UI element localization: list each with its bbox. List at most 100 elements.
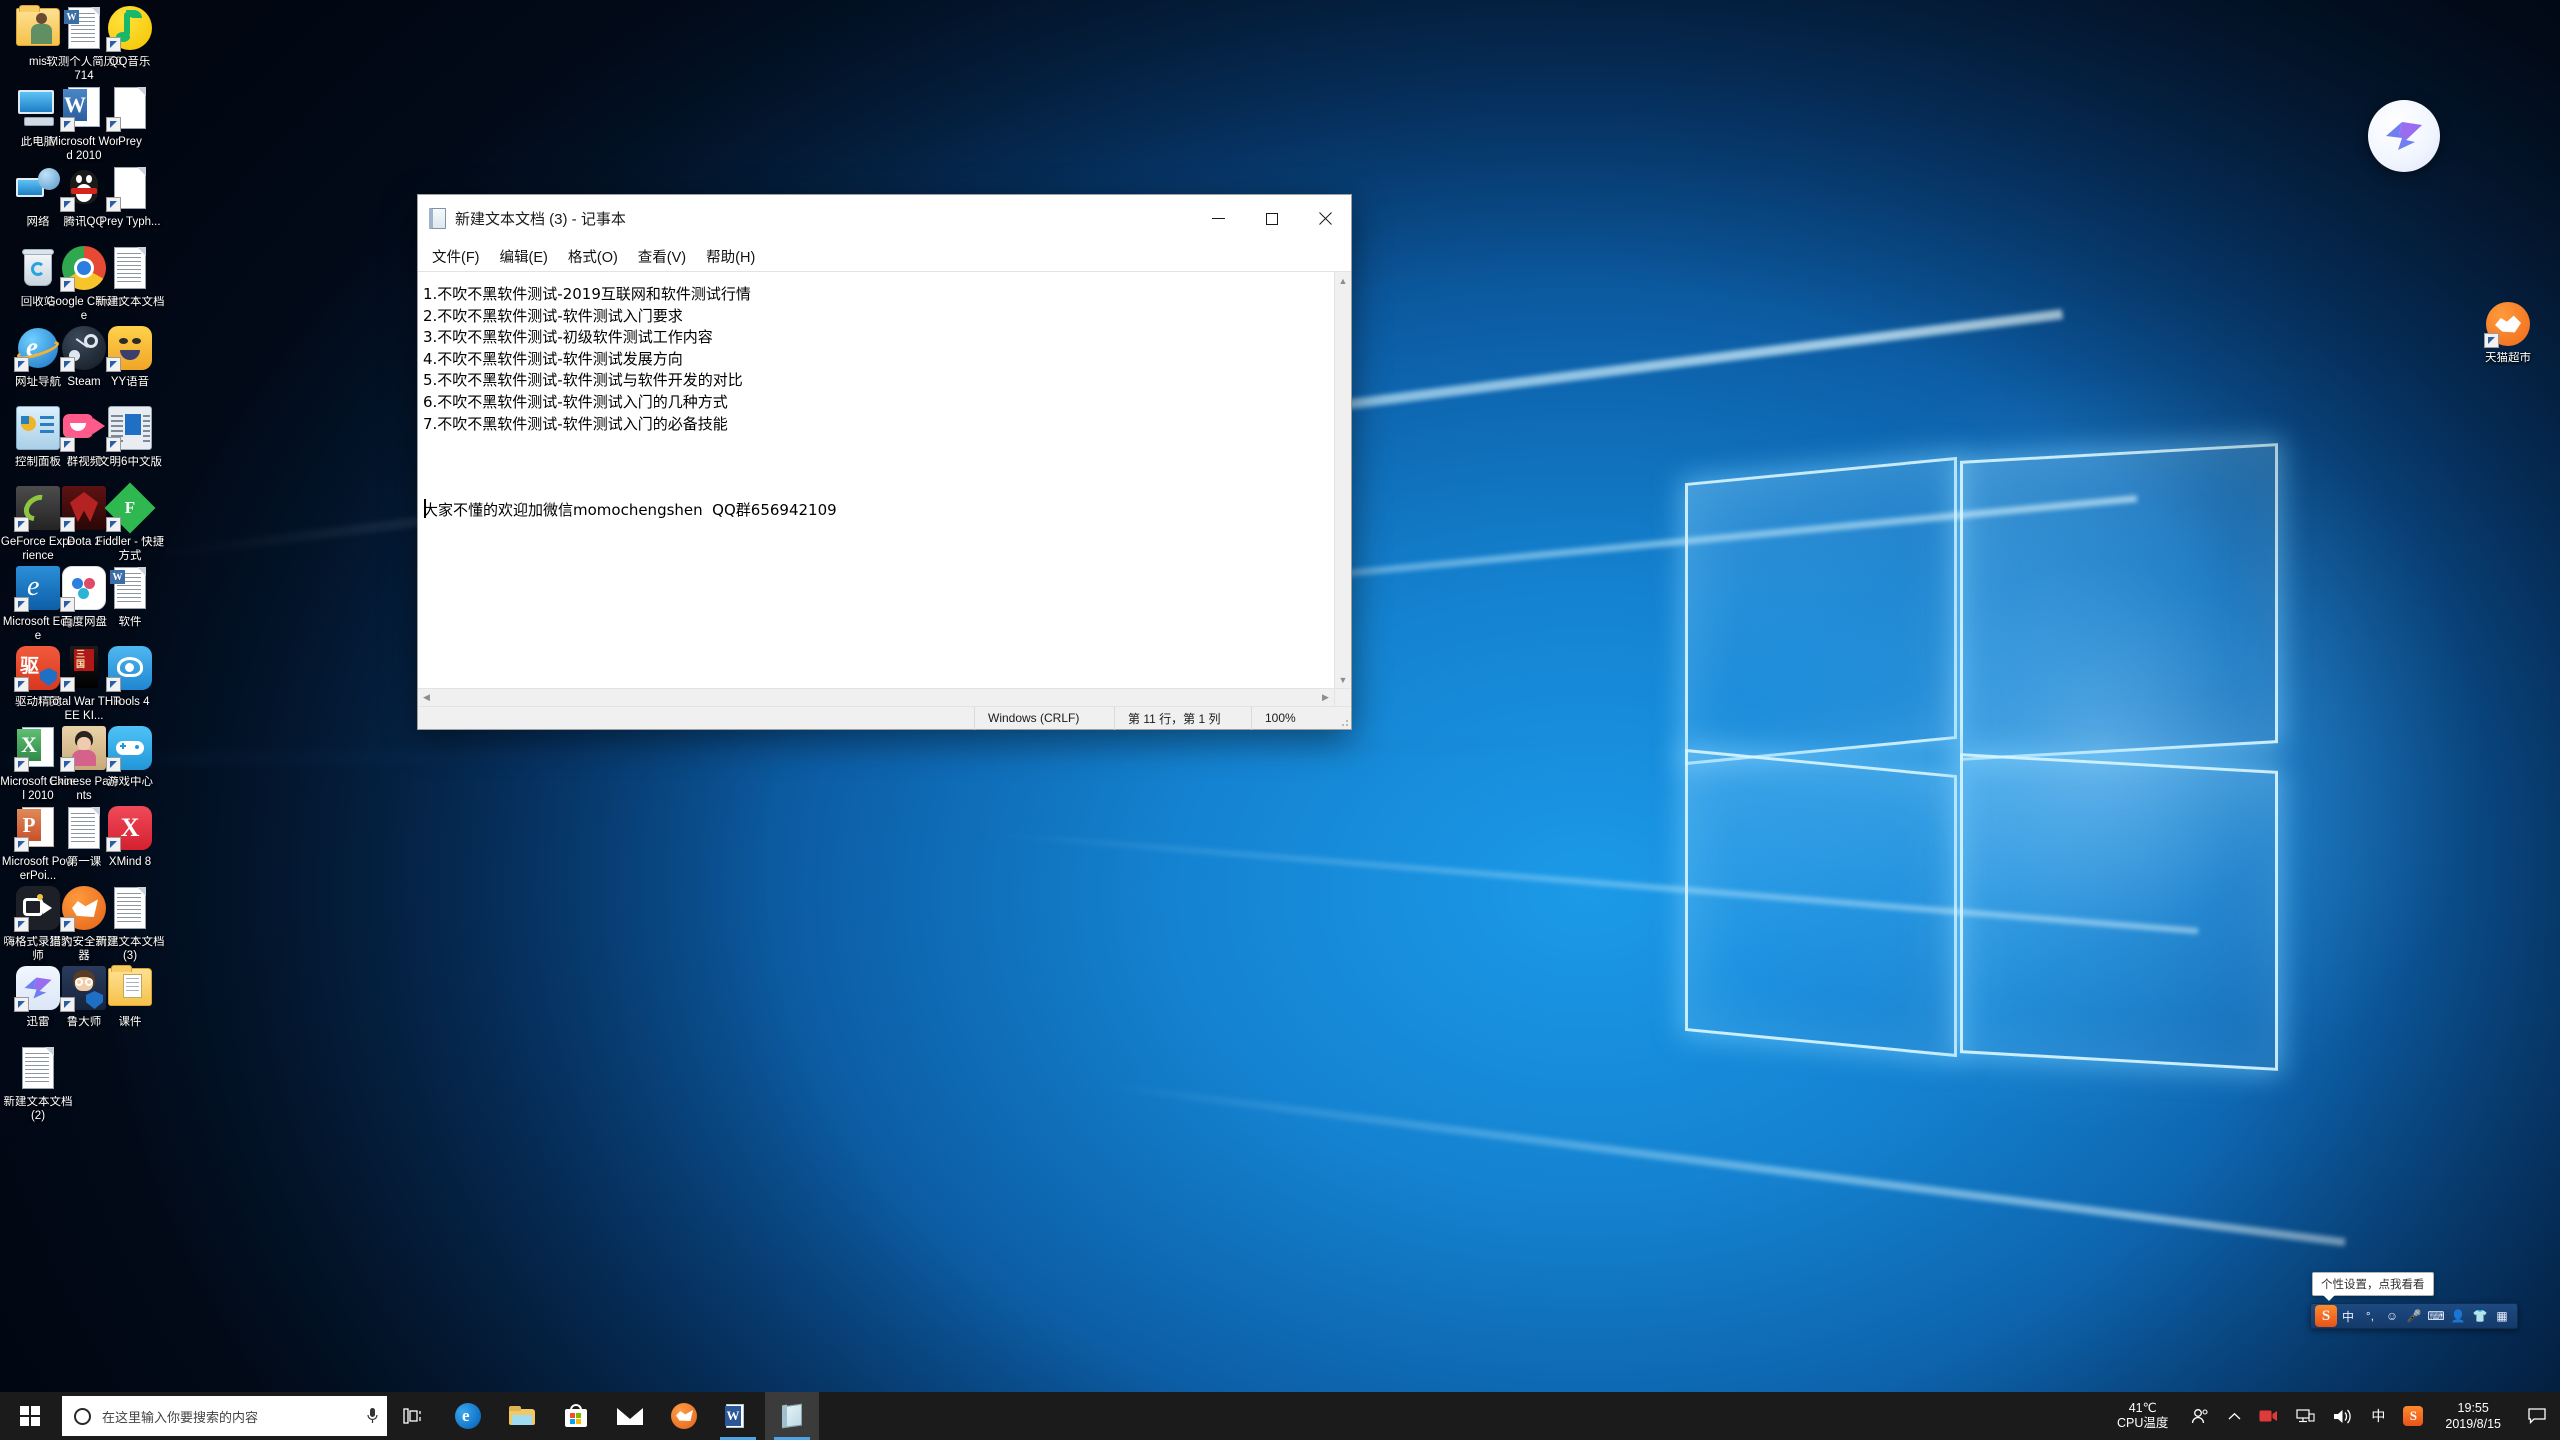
desktop-icon-6[interactable]: Prey bbox=[92, 84, 168, 150]
shortcut-overlay-icon bbox=[60, 997, 75, 1012]
maximize-button[interactable] bbox=[1245, 195, 1298, 242]
desktop-icon-label: Prey Typh... bbox=[99, 216, 161, 228]
status-zoom-level: 100% bbox=[1251, 706, 1351, 730]
user-icon[interactable]: 👤 bbox=[2447, 1305, 2469, 1327]
xmind-icon: X bbox=[106, 804, 154, 852]
taskbar-file-explorer[interactable] bbox=[495, 1392, 549, 1440]
menu-view[interactable]: 查看(V) bbox=[628, 242, 696, 271]
folder-doc-icon bbox=[106, 964, 154, 1012]
desktop-icon-9[interactable]: Prey Typh... bbox=[92, 164, 168, 230]
scroll-down-icon[interactable]: ▼ bbox=[1335, 671, 1351, 688]
clock[interactable]: 19:55 2019/8/15 bbox=[2432, 1392, 2514, 1440]
taskbar-liebao-browser[interactable] bbox=[657, 1392, 711, 1440]
sogou-ime-toolbar[interactable]: S 中 °, ☺ 🎤 ⌨ 👤 👕 ▦ bbox=[2310, 1303, 2518, 1329]
edge-icon: e bbox=[453, 1401, 483, 1431]
desktop-icon-label: iTools 4 bbox=[110, 696, 150, 708]
taskbar-edge[interactable]: e bbox=[441, 1392, 495, 1440]
show-hidden-icons-chevron-up-icon[interactable] bbox=[2219, 1392, 2250, 1440]
volume-icon[interactable] bbox=[2324, 1392, 2362, 1440]
shortcut-overlay-icon bbox=[60, 517, 75, 532]
resize-grip[interactable] bbox=[1339, 717, 1349, 727]
shortcut-overlay-icon bbox=[60, 437, 75, 452]
notepad-menu-bar: 文件(F) 编辑(E) 格式(O) 查看(V) 帮助(H) bbox=[418, 242, 1351, 271]
ime-language-indicator[interactable]: 中 bbox=[2362, 1392, 2394, 1440]
hummingbird-icon bbox=[2386, 122, 2422, 150]
desktop[interactable]: mis W 软测个人简历0714 QQ音乐 此电脑 W Microsoft Word… bbox=[0, 0, 2560, 1440]
skin-icon[interactable]: 👕 bbox=[2469, 1305, 2491, 1327]
desktop-icon-30[interactable]: 游戏中心 bbox=[92, 724, 168, 790]
notepad-text-content: 1.不吹不黑软件测试-2019互联网和软件测试行情 2.不吹不黑软件测试-软件测… bbox=[423, 285, 837, 519]
toolbox-icon[interactable]: ▦ bbox=[2491, 1305, 2513, 1327]
minimize-button[interactable] bbox=[1192, 195, 1245, 242]
shortcut-overlay-icon bbox=[14, 597, 29, 612]
microphone-icon[interactable] bbox=[357, 1407, 387, 1425]
action-center-icon[interactable] bbox=[2514, 1392, 2560, 1440]
shortcut-overlay-icon bbox=[14, 757, 29, 772]
start-button[interactable] bbox=[0, 1392, 60, 1440]
desktop-icon-27[interactable]: iTools 4 bbox=[92, 644, 168, 710]
desktop-icon-tmall[interactable]: 天猫超市 bbox=[2470, 300, 2546, 366]
people-icon[interactable] bbox=[2182, 1392, 2219, 1440]
scroll-up-icon[interactable]: ▲ bbox=[1335, 272, 1351, 289]
status-encoding: Windows (CRLF) bbox=[974, 706, 1114, 730]
ime-mode-chinese[interactable]: 中 bbox=[2337, 1305, 2359, 1327]
close-button[interactable] bbox=[1298, 195, 1351, 242]
desktop-icon-33[interactable]: X XMind 8 bbox=[92, 804, 168, 870]
desktop-icon-24[interactable]: W 软件 bbox=[92, 564, 168, 630]
civ6-icon bbox=[106, 404, 154, 452]
close-icon bbox=[1318, 212, 1332, 226]
desktop-icon-label: 软件 bbox=[118, 616, 142, 628]
task-view-button[interactable] bbox=[387, 1392, 441, 1440]
notepad-text-area[interactable]: 1.不吹不黑软件测试-2019互联网和软件测试行情 2.不吹不黑软件测试-软件测… bbox=[418, 272, 1334, 688]
maximize-icon bbox=[1265, 212, 1278, 225]
desktop-icon-36[interactable]: 新建文本文档 (3) bbox=[92, 884, 168, 963]
taskbar-microsoft-store[interactable] bbox=[549, 1392, 603, 1440]
desktop-icon-18[interactable]: 文明6中文版 bbox=[92, 404, 168, 470]
taskbar-word[interactable]: W bbox=[711, 1392, 765, 1440]
desktop-icon-15[interactable]: YY语音 bbox=[92, 324, 168, 390]
menu-format[interactable]: 格式(O) bbox=[558, 242, 628, 271]
punctuation-mode-icon[interactable]: °, bbox=[2359, 1305, 2381, 1327]
task-view-icon bbox=[403, 1408, 421, 1424]
store-bag-icon bbox=[561, 1401, 591, 1431]
desktop-icon-3[interactable]: QQ音乐 bbox=[92, 4, 168, 70]
taskbar-notepad[interactable] bbox=[765, 1392, 819, 1440]
menu-help[interactable]: 帮助(H) bbox=[696, 242, 765, 271]
text-doc-icon bbox=[106, 244, 154, 292]
search-input[interactable]: 在这里输入你要搜索的内容 bbox=[62, 1396, 387, 1436]
horizontal-scrollbar[interactable]: ◀ ▶ bbox=[418, 688, 1334, 706]
game-center-icon bbox=[106, 724, 154, 772]
scroll-left-icon[interactable]: ◀ bbox=[418, 692, 435, 703]
shortcut-overlay-icon bbox=[14, 357, 29, 372]
shortcut-overlay-icon bbox=[106, 757, 121, 772]
emoji-icon[interactable]: ☺ bbox=[2381, 1305, 2403, 1327]
notepad-title-bar[interactable]: 新建文本文档 (3) - 记事本 bbox=[418, 195, 1351, 242]
shortcut-overlay-icon bbox=[60, 117, 75, 132]
menu-file[interactable]: 文件(F) bbox=[422, 242, 490, 271]
sogou-tray-icon[interactable]: S bbox=[2394, 1392, 2432, 1440]
scroll-right-icon[interactable]: ▶ bbox=[1317, 692, 1334, 703]
desktop-icon-12[interactable]: 新建文本文档 bbox=[92, 244, 168, 310]
cpu-temperature-indicator[interactable]: 41℃ CPU温度 bbox=[2103, 1392, 2182, 1440]
taskbar[interactable]: 在这里输入你要搜索的内容 e W 41℃ CPU温度 中 S 19:55 201… bbox=[0, 1392, 2560, 1440]
desktop-icon-40[interactable]: 新建文本文档 (2) bbox=[0, 1044, 76, 1123]
tmall-icon bbox=[2484, 300, 2532, 348]
sogou-logo-icon[interactable]: S bbox=[2315, 1305, 2337, 1327]
notepad-icon bbox=[777, 1401, 807, 1431]
network-icon[interactable] bbox=[2287, 1392, 2324, 1440]
screen-recorder-icon[interactable] bbox=[2250, 1392, 2287, 1440]
desktop-icon-21[interactable]: F Fiddler - 快捷方式 bbox=[92, 482, 168, 563]
voice-input-icon[interactable]: 🎤 bbox=[2403, 1305, 2425, 1327]
xunlei-floating-widget[interactable] bbox=[2368, 100, 2440, 172]
desktop-icon-39[interactable]: 课件 bbox=[92, 964, 168, 1030]
soft-keyboard-icon[interactable]: ⌨ bbox=[2425, 1305, 2447, 1327]
taskbar-mail[interactable] bbox=[603, 1392, 657, 1440]
shortcut-overlay-icon bbox=[106, 517, 121, 532]
notepad-body: 1.不吹不黑软件测试-2019互联网和软件测试行情 2.不吹不黑软件测试-软件测… bbox=[418, 271, 1351, 688]
vertical-scrollbar[interactable]: ▲ ▼ bbox=[1334, 272, 1351, 688]
scrollbar-corner bbox=[1334, 688, 1351, 706]
cpu-temp-value: 41℃ bbox=[2128, 1401, 2157, 1415]
notepad-window[interactable]: 新建文本文档 (3) - 记事本 文件(F) 编辑(E) 格式(O) 查看(V)… bbox=[417, 194, 1352, 730]
menu-edit[interactable]: 编辑(E) bbox=[490, 242, 558, 271]
notepad-status-bar: Windows (CRLF) 第 11 行，第 1 列 100% bbox=[418, 706, 1351, 730]
